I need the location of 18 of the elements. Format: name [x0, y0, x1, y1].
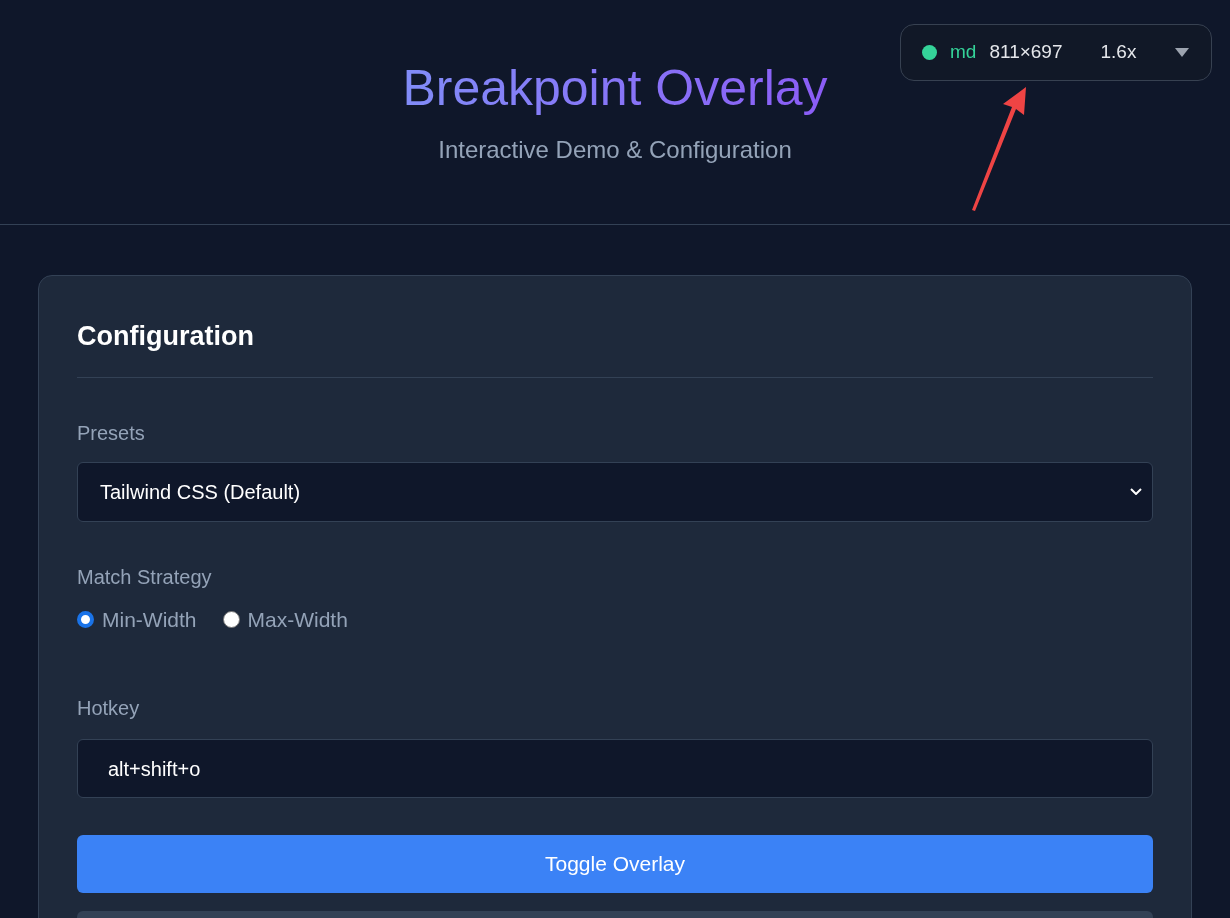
dropdown-triangle-icon: [1175, 47, 1189, 58]
radio-button[interactable]: [222, 610, 240, 628]
field-label: Hotkey: [77, 696, 141, 721]
viewport-size: 811×697: [989, 40, 1063, 65]
hotkey-input-field[interactable]: alt+shift+o: [77, 739, 1153, 798]
radio-button[interactable]: [77, 610, 94, 628]
scale-value: 1.6x: [1100, 40, 1137, 65]
field-label: Match Strategy: [77, 564, 213, 590]
toggle-overlay-button[interactable]: Toggle Overlay: [77, 835, 1153, 893]
breakpoint-badge[interactable]: md 811×697 1.6x: [900, 24, 1212, 81]
section-title: Configuration: [77, 316, 1153, 378]
radio-option[interactable]: Max-Width: [222, 603, 348, 635]
presets-select[interactable]: Tailwind CSS (Default): [77, 461, 1153, 522]
page-subtitle: Interactive Demo & Configuration: [438, 135, 792, 165]
radio-option[interactable]: Min-Width: [77, 603, 197, 635]
field-label: Presets: [77, 420, 146, 446]
breakpoint-name: md: [950, 40, 977, 65]
chevron-down-icon: [1130, 488, 1142, 495]
